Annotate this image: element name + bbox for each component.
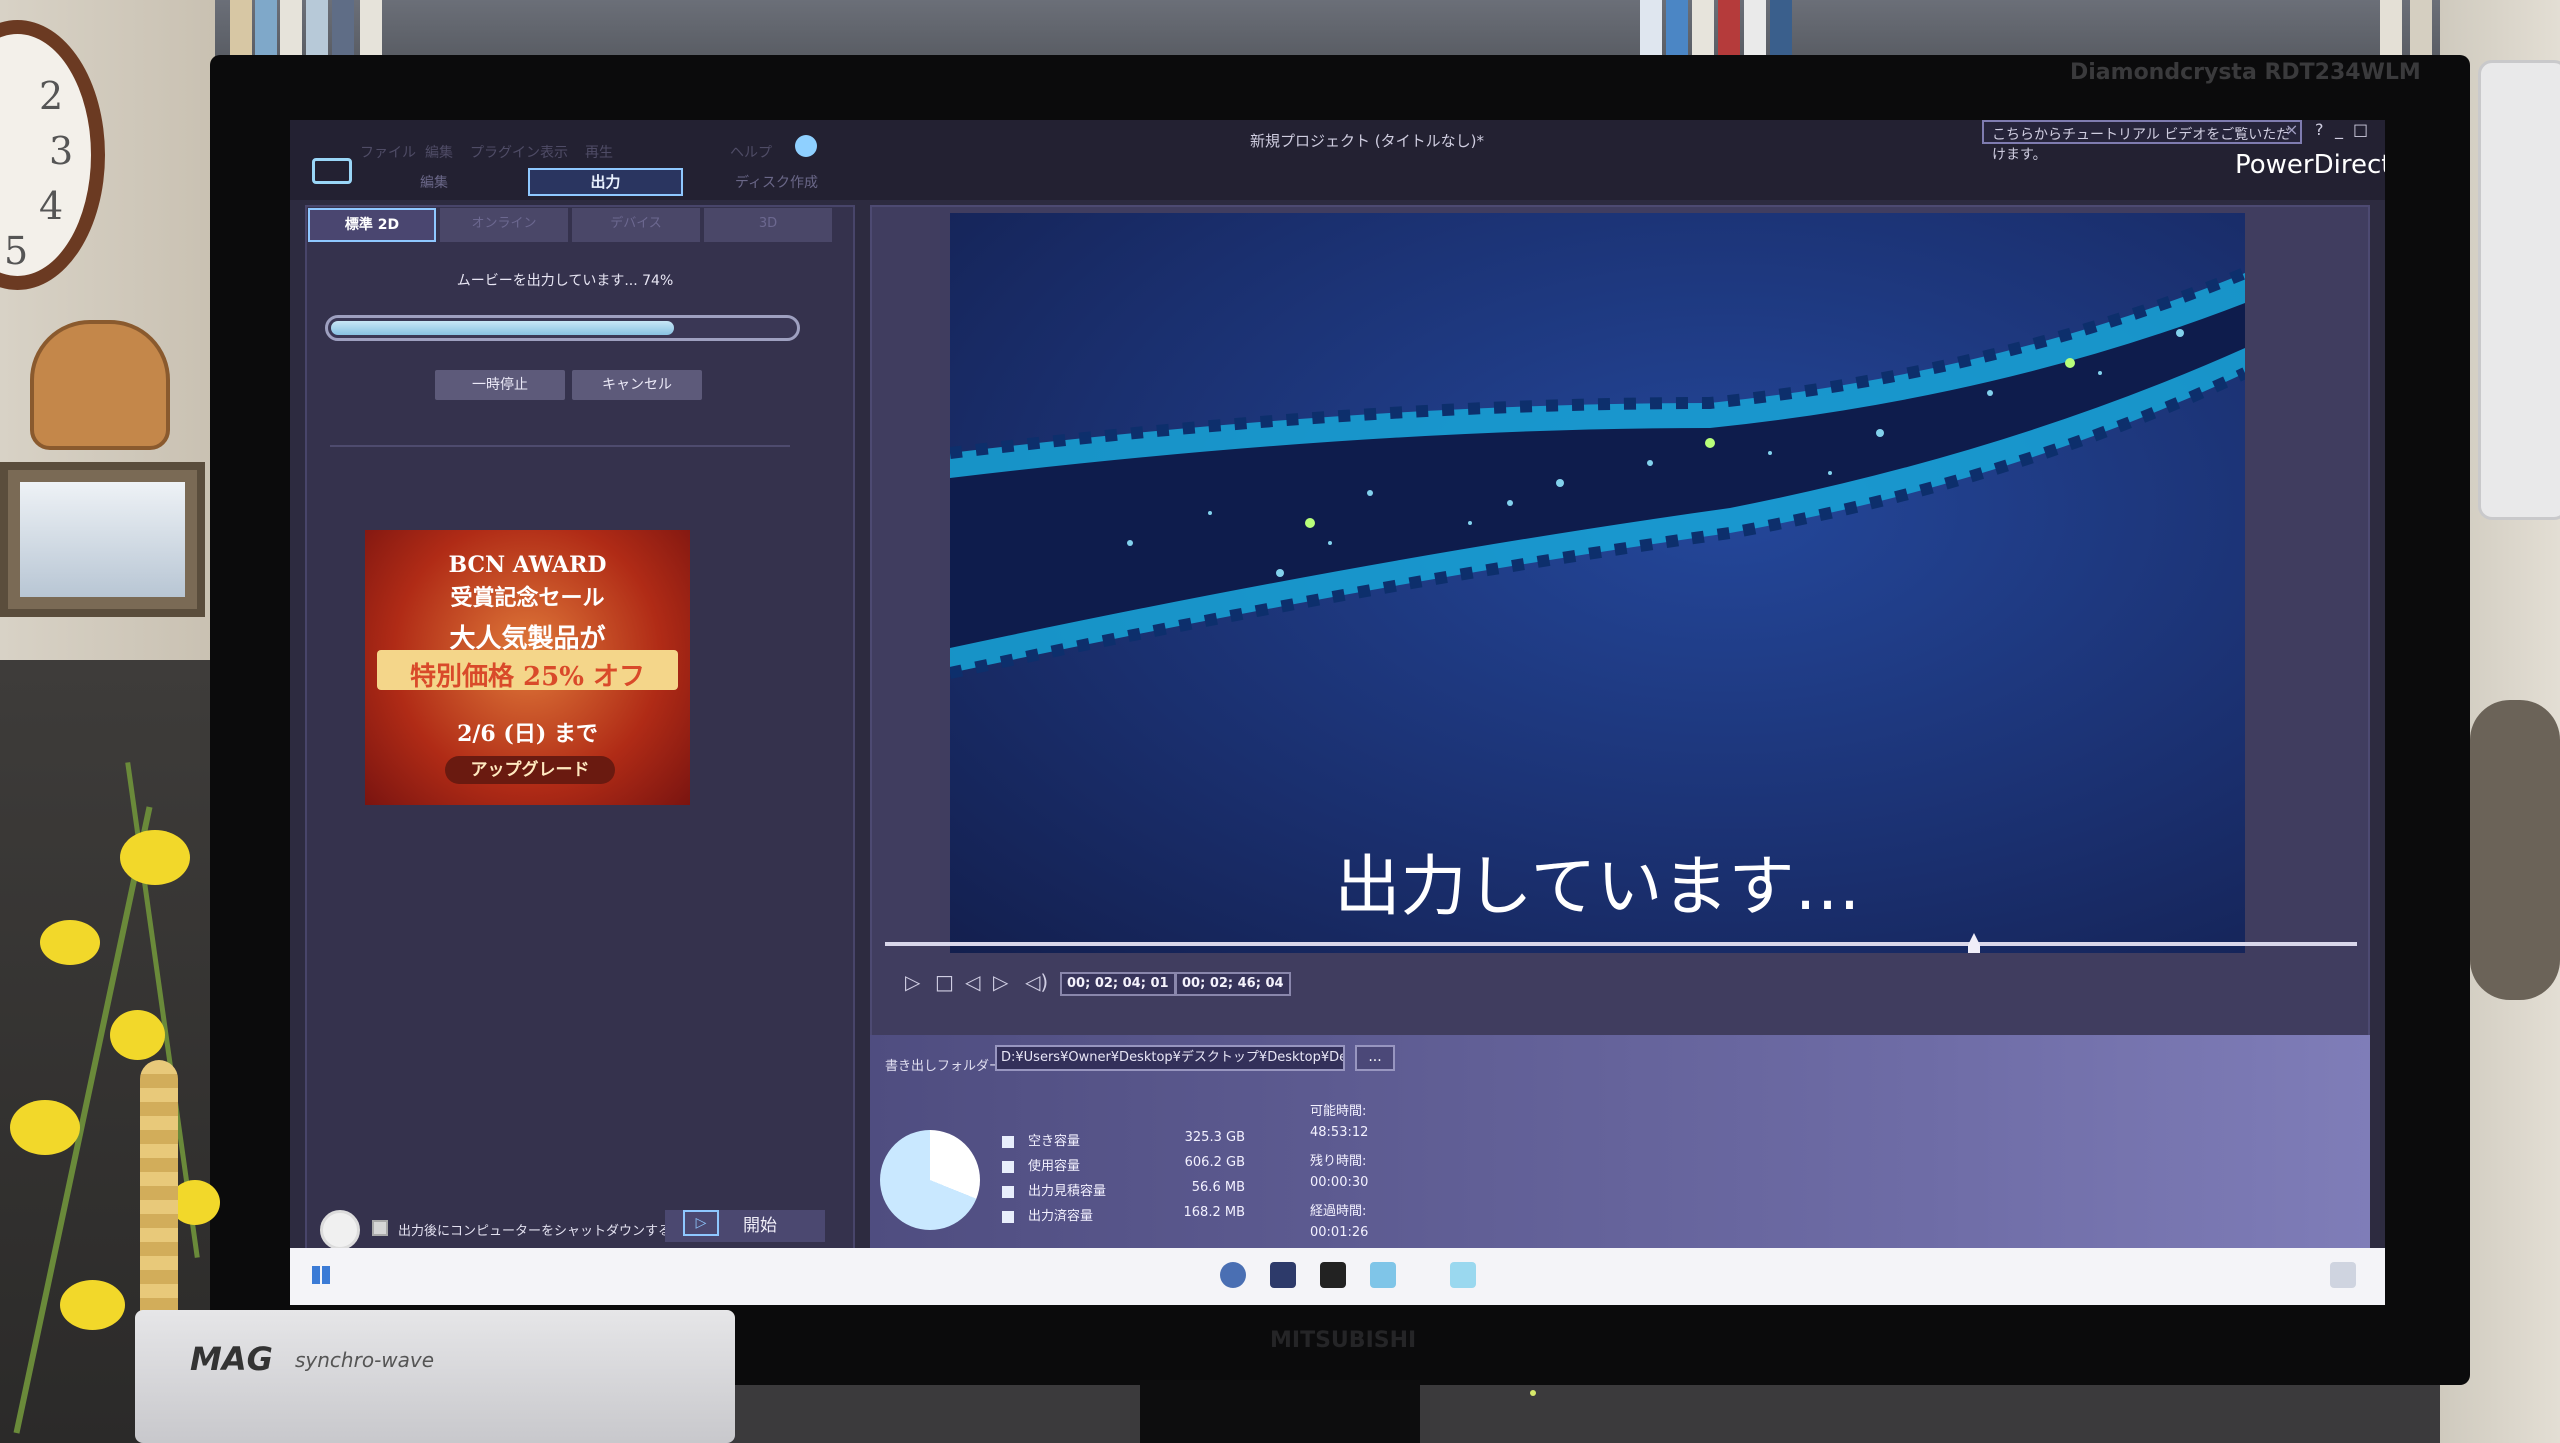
start-label: 開始 bbox=[743, 1216, 777, 1236]
promo-sale: 受賞記念セール bbox=[450, 585, 605, 611]
upgrade-button[interactable]: アップグレード bbox=[445, 756, 615, 784]
legend-used: 使用容量 bbox=[1002, 1155, 1080, 1174]
remaining-time-label: 残り時間: bbox=[1310, 1154, 1367, 1169]
legend-estimate: 出力見積容量 bbox=[1002, 1180, 1106, 1199]
mode-edit-tab[interactable]: 編集 bbox=[420, 172, 448, 192]
current-timecode: 00; 02; 04; 01 bbox=[1060, 972, 1176, 996]
project-title: 新規プロジェクト (タイトルなし)* bbox=[1250, 132, 1484, 150]
device-model: synchro-wave bbox=[295, 1348, 435, 1372]
device-brand: MAG bbox=[190, 1340, 273, 1378]
export-progress-fill bbox=[331, 321, 674, 335]
browse-button[interactable]: ... bbox=[1355, 1045, 1395, 1071]
remaining-time-value: 00:00:30 bbox=[1310, 1175, 1369, 1190]
cancel-button[interactable]: キャンセル bbox=[572, 370, 702, 400]
menu-file[interactable]: ファイル bbox=[360, 142, 416, 162]
restore-button[interactable]: □ bbox=[2353, 120, 2368, 139]
account-icon[interactable] bbox=[795, 135, 817, 157]
elapsed-time-value: 00:01:26 bbox=[1310, 1225, 1369, 1240]
clock-radio: MAG synchro-wave bbox=[135, 1310, 735, 1443]
legend-output-value: 168.2 MB bbox=[1183, 1205, 1246, 1220]
promo-discount: 特別価格 25% オフ bbox=[410, 662, 645, 692]
disk-usage-pie bbox=[880, 1130, 980, 1230]
legend-used-value: 606.2 GB bbox=[1184, 1155, 1245, 1170]
total-timecode: 00; 02; 46; 04 bbox=[1175, 972, 1291, 996]
notifications-icon[interactable] bbox=[2330, 1262, 2356, 1288]
menu-help[interactable]: ヘルプ bbox=[730, 142, 772, 162]
wooden-plaque bbox=[30, 320, 170, 450]
promo-award: BCN AWARD bbox=[448, 552, 607, 578]
yellow-flower bbox=[40, 920, 100, 965]
tab-3d[interactable]: 3D bbox=[704, 208, 832, 242]
shutdown-icon bbox=[320, 1210, 360, 1250]
preview-overlay-text: 出力しています… bbox=[1334, 848, 1861, 925]
monitor-stand bbox=[1140, 1380, 1420, 1443]
yellow-flower bbox=[60, 1280, 125, 1330]
export-status-text: ムービーを出力しています... 74% bbox=[456, 273, 674, 289]
shutdown-checkbox[interactable] bbox=[372, 1220, 388, 1236]
framed-picture bbox=[20, 482, 185, 597]
playback-controls: ▷ □ ◁ ▷ ◁) 00; 02; 04; 01 00; 02; 46; 04 bbox=[885, 970, 2357, 1012]
shutdown-label: 出力後にコンピューターをシャットダウンする bbox=[398, 1224, 672, 1239]
task-view-icon[interactable] bbox=[1320, 1262, 1346, 1288]
monitor-model-label: Diamondcrysta RDT234WLM bbox=[2070, 60, 2421, 85]
tutorial-notice[interactable]: こちらからチュートリアル ビデオをご覧いただけます。 bbox=[1982, 120, 2302, 163]
available-time-label: 可能時間: bbox=[1310, 1104, 1367, 1119]
power-led bbox=[1530, 1390, 1536, 1396]
legend-free-value: 325.3 GB bbox=[1184, 1130, 1245, 1145]
output-folder-field[interactable]: D:¥Users¥Owner¥Desktop¥デスクトップ¥Desktop¥De… bbox=[995, 1045, 1345, 1071]
mode-disc-tab[interactable]: ディスク作成 bbox=[735, 172, 818, 192]
timeline-scrubber[interactable] bbox=[885, 942, 2357, 946]
legend-output: 出力済容量 bbox=[1002, 1205, 1093, 1224]
minimize-button[interactable]: _ bbox=[2335, 120, 2343, 139]
video-preview: 出力しています… bbox=[950, 213, 2245, 953]
promo-deadline: 2/6 (日) まで bbox=[457, 721, 598, 747]
menu-plugins[interactable]: プラグイン bbox=[470, 142, 540, 162]
close-notice-icon[interactable]: × bbox=[2285, 120, 2298, 139]
yellow-flower bbox=[10, 1100, 80, 1155]
help-button[interactable]: ? bbox=[2315, 120, 2324, 139]
tab-online[interactable]: オンライン bbox=[440, 208, 568, 242]
store-icon[interactable] bbox=[1370, 1262, 1396, 1288]
menu-view[interactable]: 表示 bbox=[540, 142, 568, 162]
yellow-flower bbox=[120, 830, 190, 885]
legend-estimate-value: 56.6 MB bbox=[1191, 1180, 1245, 1195]
legend-free: 空き容量 bbox=[1002, 1130, 1080, 1149]
next-frame-icon[interactable]: ▷ bbox=[993, 970, 1008, 994]
taskbar bbox=[290, 1248, 2385, 1305]
start-icon[interactable] bbox=[312, 1266, 330, 1284]
pause-button[interactable]: 一時停止 bbox=[435, 370, 565, 400]
cordless-phone bbox=[2478, 60, 2560, 520]
tab-device[interactable]: デバイス bbox=[572, 208, 700, 242]
app-window: ファイル 編集 プラグイン 表示 再生 ヘルプ 編集 出力 ディスク作成 新規プ… bbox=[290, 120, 2385, 1305]
volume-icon[interactable]: ◁) bbox=[1025, 970, 1048, 994]
output-folder-label: 書き出しフォルダー: bbox=[885, 1059, 1007, 1074]
promo-banner[interactable]: BCN AWARD 受賞記念セール 大人気製品が 特別価格 25% オフ 2/6… bbox=[365, 530, 690, 805]
app-icon[interactable] bbox=[1450, 1262, 1476, 1288]
powerdirector-task-icon[interactable] bbox=[1270, 1262, 1296, 1288]
stop-icon[interactable]: □ bbox=[935, 970, 954, 994]
menu-play[interactable]: 再生 bbox=[585, 142, 613, 162]
play-icon[interactable]: ▷ bbox=[905, 970, 920, 994]
previous-frame-icon[interactable]: ◁ bbox=[965, 970, 980, 994]
tab-standard-2d[interactable]: 標準 2D bbox=[308, 208, 436, 242]
menu-edit[interactable]: 編集 bbox=[425, 142, 453, 162]
mode-output-tab[interactable]: 出力 bbox=[528, 168, 683, 196]
start-play-icon: ▷ bbox=[683, 1210, 719, 1236]
export-progress-bar bbox=[325, 315, 800, 341]
available-time-value: 48:53:12 bbox=[1310, 1125, 1369, 1140]
monitor-brand-label: MITSUBISHI bbox=[1270, 1328, 1417, 1353]
yellow-flower bbox=[110, 1010, 165, 1060]
browser-icon[interactable] bbox=[1220, 1262, 1246, 1288]
app-name: PowerDirector bbox=[2235, 150, 2385, 180]
app-logo-icon bbox=[312, 158, 352, 184]
panel-divider bbox=[330, 445, 790, 447]
elapsed-time-label: 経過時間: bbox=[1310, 1204, 1367, 1219]
plush-toy bbox=[2470, 700, 2560, 1000]
